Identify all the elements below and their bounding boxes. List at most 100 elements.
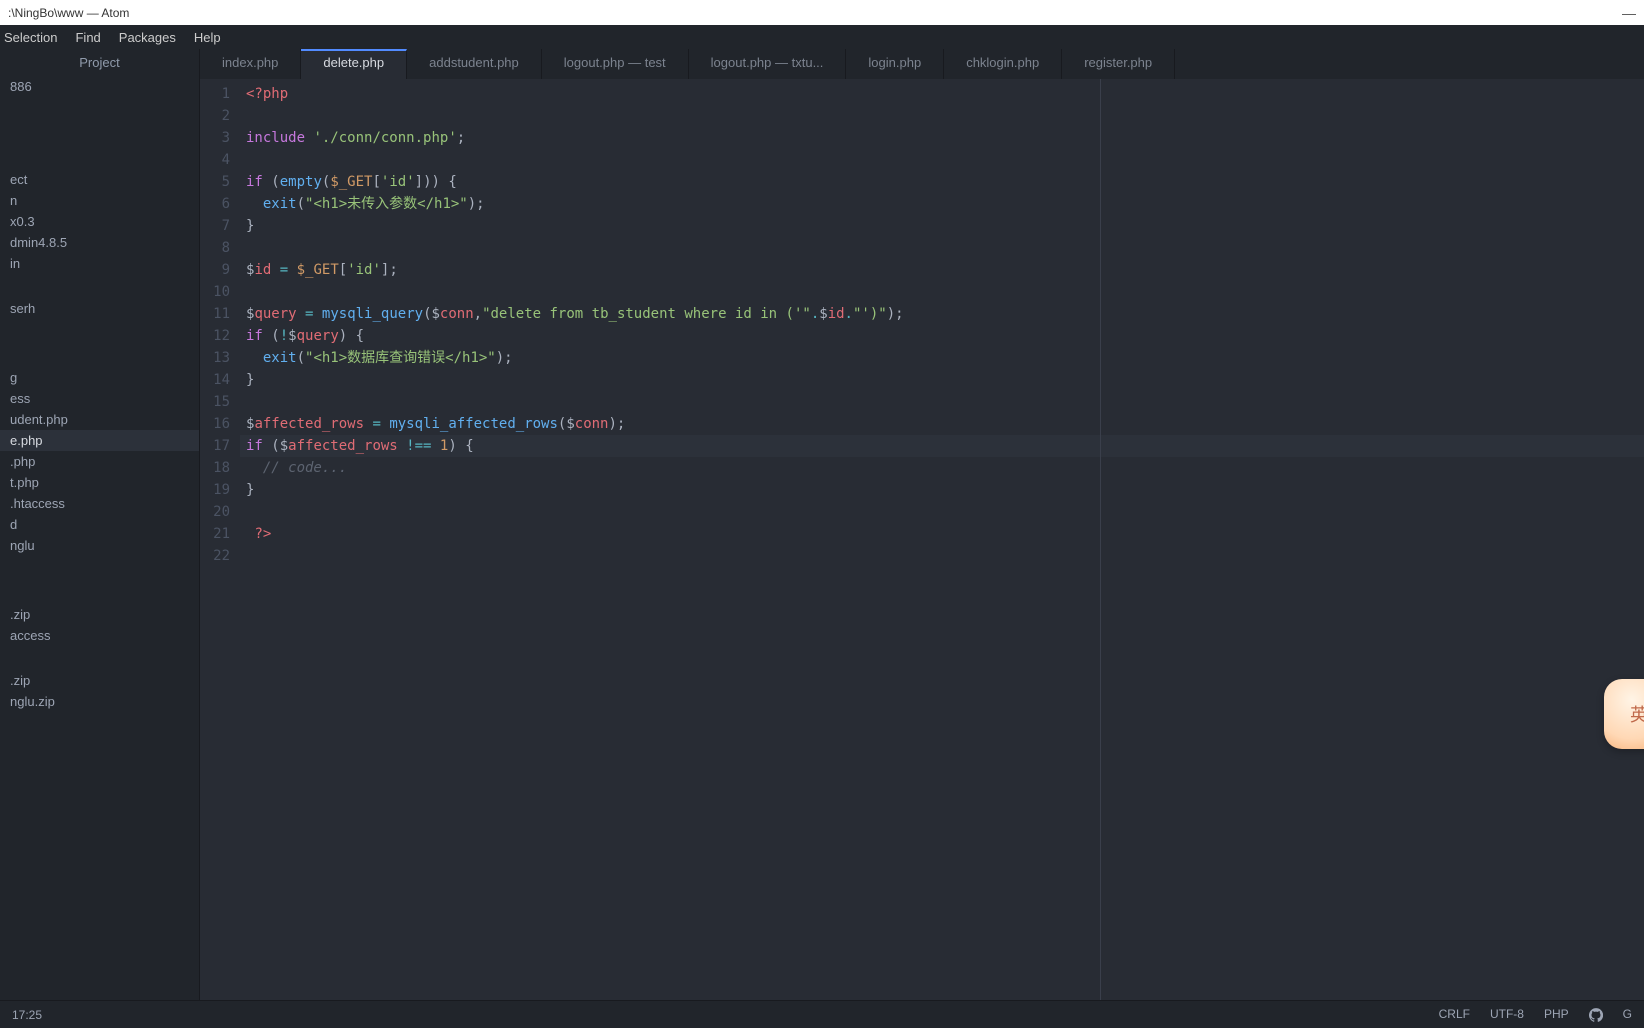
tab[interactable]: delete.php [301,49,407,79]
editor-area: index.phpdelete.phpaddstudent.phplogout.… [200,49,1644,1000]
tree-item[interactable] [0,121,199,145]
tree-item[interactable]: serh [0,298,199,319]
status-right: CRLF UTF-8 PHP G [1439,1007,1632,1022]
tree-item[interactable] [0,343,199,367]
tree-item[interactable]: n [0,190,199,211]
code-line[interactable]: $affected_rows = mysqli_affected_rows($c… [240,413,1644,435]
code-line[interactable] [240,501,1644,523]
tab-bar: index.phpdelete.phpaddstudent.phplogout.… [200,49,1644,79]
editor-body[interactable]: 12345678910111213141516171819202122 <?ph… [200,79,1644,1000]
line-number: 4 [200,149,230,171]
line-number: 16 [200,413,230,435]
line-number: 20 [200,501,230,523]
code-line[interactable]: exit("<h1>数据库查询错误</h1>"); [240,347,1644,369]
code-area[interactable]: <?php include './conn/conn.php'; if (empty… [240,79,1644,1000]
tab[interactable]: logout.php — txtu... [689,49,847,79]
wrap-guide [1100,79,1101,1000]
code-line[interactable]: exit("<h1>未传入参数</h1>"); [240,193,1644,215]
code-line[interactable] [240,105,1644,127]
line-number: 1 [200,83,230,105]
github-icon[interactable] [1589,1007,1603,1022]
line-number: 11 [200,303,230,325]
code-line[interactable] [240,391,1644,413]
line-number: 15 [200,391,230,413]
tree-item[interactable]: d [0,514,199,535]
tree-item[interactable]: access [0,625,199,646]
line-number: 3 [200,127,230,149]
tab[interactable]: addstudent.php [407,49,542,79]
gutter: 12345678910111213141516171819202122 [200,79,240,1000]
sidebar-header: Project [0,49,199,76]
tree-item[interactable]: nglu [0,535,199,556]
cursor-position[interactable]: 17:25 [12,1008,42,1022]
tree-item[interactable] [0,145,199,169]
code-line[interactable]: } [240,215,1644,237]
code-line[interactable] [240,545,1644,567]
menu-help[interactable]: Help [194,30,221,45]
window-title: :\NingBo\www — Atom [8,6,1622,20]
code-line[interactable]: } [240,369,1644,391]
menu-packages[interactable]: Packages [119,30,176,45]
status-bar: 17:25 CRLF UTF-8 PHP G [0,1000,1644,1028]
tab[interactable]: register.php [1062,49,1175,79]
code-line[interactable] [240,149,1644,171]
tree-item[interactable] [0,97,199,121]
code-line[interactable]: if (!$query) { [240,325,1644,347]
ime-floating-widget[interactable]: 英 [1604,679,1644,749]
tree-item[interactable]: .php [0,451,199,472]
tab[interactable]: logout.php — test [542,49,689,79]
line-number: 13 [200,347,230,369]
tree-item[interactable]: dmin4.8.5 [0,232,199,253]
code-line[interactable]: if (empty($_GET['id'])) { [240,171,1644,193]
tree-item[interactable]: e.php [0,430,199,451]
line-number: 2 [200,105,230,127]
line-ending[interactable]: CRLF [1439,1007,1470,1021]
code-line[interactable]: if ($affected_rows !== 1) { [240,435,1644,457]
git-label[interactable]: G [1623,1007,1632,1021]
tree-item[interactable]: 886 [0,76,199,97]
main-area: Project 886 ectnx0.3dmin4.8.5in serh gessud… [0,49,1644,1000]
code-line[interactable] [240,281,1644,303]
grammar[interactable]: PHP [1544,1007,1569,1021]
tree-item[interactable]: udent.php [0,409,199,430]
line-number: 21 [200,523,230,545]
tree-item[interactable]: t.php [0,472,199,493]
code-line[interactable]: $id = $_GET['id']; [240,259,1644,281]
tab[interactable]: index.php [200,49,301,79]
encoding[interactable]: UTF-8 [1490,1007,1524,1021]
tab[interactable]: chklogin.php [944,49,1062,79]
code-line[interactable]: ?> [240,523,1644,545]
code-line[interactable]: <?php [240,83,1644,105]
line-number: 18 [200,457,230,479]
tree-item[interactable]: ess [0,388,199,409]
window-controls: — [1622,5,1636,21]
tree-item[interactable] [0,274,199,298]
tree-item[interactable] [0,580,199,604]
ime-label: 英 [1630,701,1644,727]
line-number: 9 [200,259,230,281]
code-line[interactable] [240,237,1644,259]
code-line[interactable]: $query = mysqli_query($conn,"delete from… [240,303,1644,325]
line-number: 22 [200,545,230,567]
menu-find[interactable]: Find [75,30,100,45]
tab[interactable]: login.php [846,49,944,79]
minimize-icon[interactable]: — [1622,5,1636,21]
tree-item[interactable]: .htaccess [0,493,199,514]
tree-item[interactable] [0,556,199,580]
file-tree[interactable]: 886 ectnx0.3dmin4.8.5in serh gessudent.phpe… [0,76,199,1000]
tree-item[interactable]: g [0,367,199,388]
code-line[interactable]: } [240,479,1644,501]
tree-item[interactable]: .zip [0,670,199,691]
tree-item[interactable]: .zip [0,604,199,625]
code-line[interactable]: // code... [240,457,1644,479]
tree-item[interactable] [0,646,199,670]
tree-item[interactable] [0,319,199,343]
menu-selection[interactable]: Selection [4,30,57,45]
tree-item[interactable]: nglu.zip [0,691,199,712]
code-line[interactable]: include './conn/conn.php'; [240,127,1644,149]
menu-bar: Selection Find Packages Help [0,25,1644,49]
sidebar: Project 886 ectnx0.3dmin4.8.5in serh gessud… [0,49,200,1000]
tree-item[interactable]: in [0,253,199,274]
tree-item[interactable]: ect [0,169,199,190]
tree-item[interactable]: x0.3 [0,211,199,232]
